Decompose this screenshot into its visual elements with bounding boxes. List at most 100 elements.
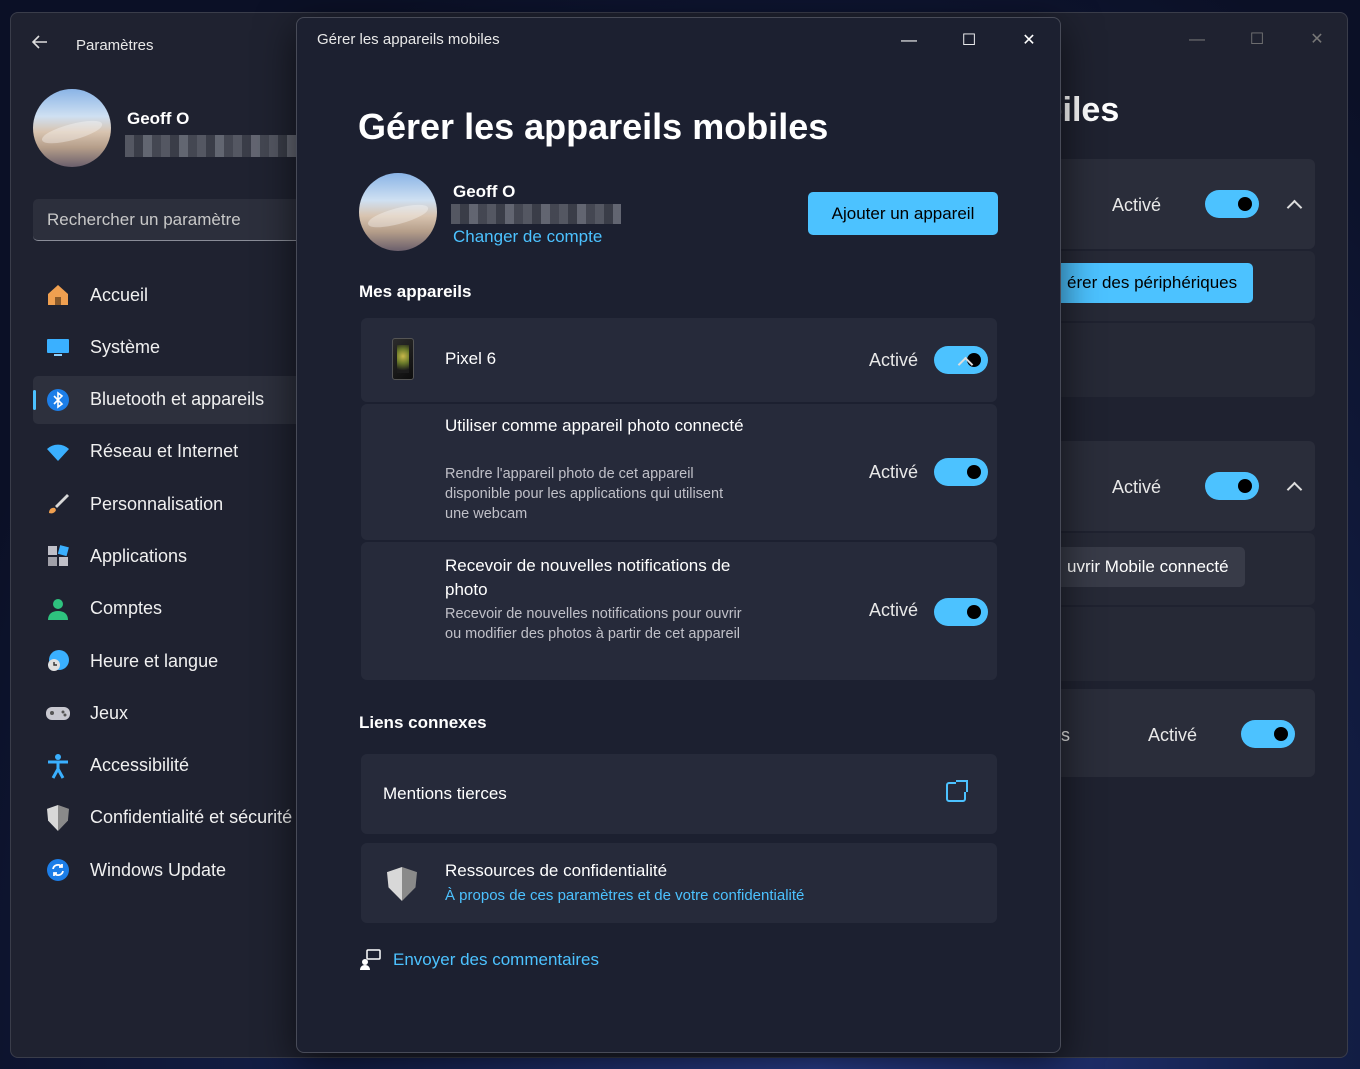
privacy-link[interactable]: À propos de ces paramètres et de votre c… [445, 886, 804, 906]
dialog-title: Gérer les appareils mobiles [317, 31, 500, 48]
bg-setting-card: s Activé [1021, 689, 1315, 777]
chevron-up-icon[interactable] [1287, 479, 1301, 493]
settings-app-title: Paramètres [76, 37, 154, 54]
paintbrush-icon [45, 491, 71, 517]
redacted-email [451, 204, 621, 224]
setting-toggle[interactable] [1241, 720, 1295, 748]
device-card-pixel6[interactable]: Pixel 6 Activé [361, 318, 997, 402]
sidebar-item-label: Personnalisation [90, 493, 224, 514]
chevron-up-icon[interactable] [958, 354, 972, 368]
status-label: Activé [869, 462, 919, 482]
avatar[interactable] [33, 89, 111, 167]
status-label: Activé [869, 600, 919, 620]
search-input[interactable]: Rechercher un paramètre [33, 199, 313, 241]
sidebar-nav: Accueil Système Bluetooth et appareils R… [33, 271, 303, 899]
status-label: Activé [1148, 725, 1198, 745]
setting-photo-notifications: Recevoir de nouvelles notifications de p… [361, 542, 997, 680]
sidebar-item-accessibilite[interactable]: Accessibilité [33, 742, 303, 790]
apps-icon [45, 543, 71, 569]
status-label: Activé [1112, 477, 1162, 497]
photo-notifications-toggle[interactable] [934, 598, 988, 626]
avatar [359, 173, 437, 251]
wifi-icon [45, 439, 71, 465]
minimize-icon[interactable]: — [1177, 25, 1217, 55]
sidebar-item-accueil[interactable]: Accueil [33, 271, 303, 319]
bg-device-card-2-row: uvrir Mobile connecté [1021, 533, 1315, 605]
home-icon [45, 282, 71, 308]
add-device-button[interactable]: Ajouter un appareil [808, 192, 998, 235]
section-related-links: Liens connexes [359, 713, 487, 732]
monitor-icon [45, 334, 71, 360]
redacted-email [125, 135, 297, 157]
sidebar-item-applications[interactable]: Applications [33, 532, 303, 580]
sidebar-item-label: Confidentialité et sécurité [90, 807, 293, 828]
back-arrow-icon[interactable] [31, 33, 49, 51]
shield-shape [47, 804, 69, 831]
sidebar-item-windows-update[interactable]: Windows Update [33, 846, 303, 894]
gamepad-icon [45, 700, 71, 726]
setting-connected-camera: Utiliser comme appareil photo connecté R… [361, 404, 997, 540]
person-icon [45, 596, 71, 622]
manage-devices-button[interactable]: érer des périphériques [1051, 263, 1254, 303]
setting-title: Recevoir de nouvelles notifications de p… [445, 556, 731, 599]
update-icon [45, 857, 71, 883]
sidebar-item-label: Réseau et Internet [90, 441, 239, 462]
close-icon[interactable]: ✕ [1297, 25, 1337, 55]
connected-camera-toggle[interactable] [934, 458, 988, 486]
shield-icon [45, 804, 71, 831]
feedback-icon [359, 949, 381, 971]
row-label-partial: s [1061, 725, 1070, 745]
sidebar-item-label: Comptes [90, 598, 163, 619]
setting-title: Utiliser comme appareil photo connecté [445, 416, 744, 435]
sidebar-item-label: Heure et langue [90, 650, 219, 671]
device-toggle[interactable] [1205, 190, 1259, 218]
maximize-icon[interactable]: ☐ [1237, 25, 1277, 55]
sidebar-item-systeme[interactable]: Système [33, 323, 303, 371]
sidebar-item-bluetooth[interactable]: Bluetooth et appareils [33, 375, 303, 424]
chevron-up-icon[interactable] [1287, 197, 1301, 211]
third-party-label: Mentions tierces [383, 784, 507, 803]
sidebar-item-label: Applications [90, 545, 188, 566]
send-feedback-link[interactable]: Envoyer des commentaires [393, 950, 599, 970]
close-icon[interactable]: ✕ [1009, 26, 1049, 56]
sidebar-item-jeux[interactable]: Jeux [33, 689, 303, 737]
sidebar-item-label: Système [90, 336, 161, 357]
sidebar-item-comptes[interactable]: Comptes [33, 585, 303, 633]
privacy-resources-card: Ressources de confidentialité À propos d… [361, 843, 997, 923]
device-toggle[interactable] [1205, 472, 1259, 500]
sidebar-item-reseau[interactable]: Réseau et Internet [33, 428, 303, 476]
setting-description: Recevoir de nouvelles notifications pour… [445, 606, 742, 642]
external-link-icon [946, 780, 968, 802]
bg-device-card-1-row: érer des périphériques [1021, 251, 1315, 321]
bg-device-card-1-empty [1021, 323, 1315, 397]
sidebar-item-label: Accueil [90, 284, 149, 305]
sidebar-item-confidentialite[interactable]: Confidentialité et sécurité [33, 794, 303, 842]
sidebar-item-label: Bluetooth et appareils [90, 389, 265, 410]
status-label: Activé [869, 350, 919, 370]
bg-device-card-2: Activé [1021, 441, 1315, 531]
maximize-icon[interactable]: ☐ [949, 26, 989, 56]
section-my-devices: Mes appareils [359, 282, 472, 301]
third-party-notices-link[interactable]: Mentions tierces [361, 754, 997, 834]
sidebar-item-personnalisation[interactable]: Personnalisation [33, 480, 303, 528]
phone-icon [392, 338, 414, 380]
setting-description: Rendre l'appareil photo de cet appareil … [445, 466, 724, 522]
bg-device-card-1: Activé [1021, 159, 1315, 249]
change-account-link[interactable]: Changer de compte [453, 227, 602, 247]
bg-device-card-2-empty [1021, 607, 1315, 681]
status-label: Activé [1112, 195, 1162, 215]
sidebar-item-label: Windows Update [90, 859, 227, 880]
sidebar-item-label: Jeux [90, 702, 129, 723]
page-title: Gérer les appareils mobiles [358, 106, 829, 147]
bluetooth-icon [45, 387, 71, 413]
sidebar-item-heure[interactable]: Heure et langue [33, 637, 303, 685]
globe-clock-icon [45, 648, 71, 674]
search-placeholder: Rechercher un paramètre [47, 210, 241, 229]
minimize-icon[interactable]: — [889, 26, 929, 56]
user-name: Geoff O [127, 109, 190, 128]
manage-mobile-devices-dialog: Gérer les appareils mobiles — ☐ ✕ Gérer … [296, 17, 1061, 1053]
privacy-title: Ressources de confidentialité [445, 861, 668, 880]
accessibility-icon [45, 753, 71, 779]
user-name: Geoff O [453, 182, 516, 201]
open-phone-link-button[interactable]: uvrir Mobile connecté [1051, 547, 1245, 587]
